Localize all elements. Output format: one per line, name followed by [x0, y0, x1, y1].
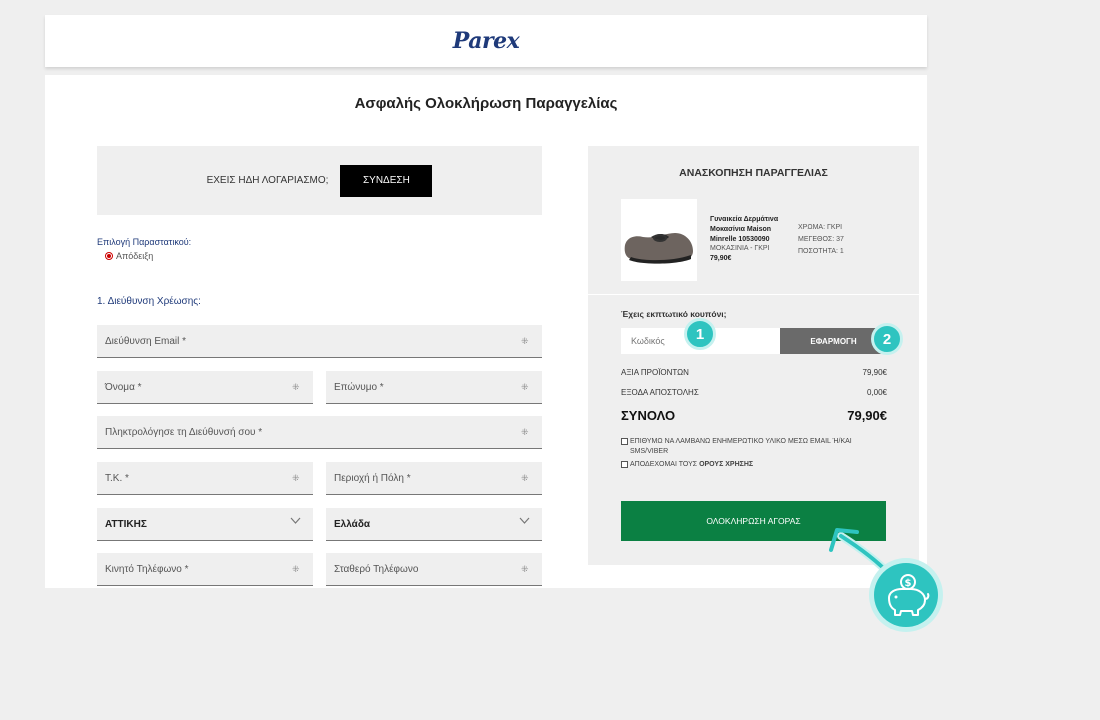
product-name[interactable]: Γυναικεία Δερμάτινα Μοκασίνια Maison Min…: [710, 215, 790, 245]
annotation-badge-1: 1: [684, 318, 716, 350]
autofill-icon: ⁜: [521, 473, 529, 483]
email-field[interactable]: Διεύθυνση Email * ⁜: [97, 325, 542, 358]
postal-code-field[interactable]: Τ.Κ. * ⁜: [97, 462, 313, 495]
login-box: ΕΧΕΙΣ ΗΔΗ ΛΟΓΑΡΙΑΣΜΟ; ΣΥΝΔΕΣΗ: [97, 146, 542, 215]
first-name-label: Όνομα *: [105, 381, 142, 393]
document-type-label: Επιλογή Παραστατικού:: [97, 237, 192, 247]
savings-badge: $: [869, 558, 943, 632]
parex-logo[interactable]: Parex: [453, 28, 520, 54]
email-field-label: Διεύθυνση Email *: [105, 335, 187, 347]
terms-link[interactable]: ΟΡΟΥΣ ΧΡΗΣΗΣ: [699, 460, 753, 470]
annotation-badge-2: 2: [871, 323, 903, 355]
product-size: ΜΕΓΕΘΟΣ: 37: [798, 236, 844, 243]
autofill-icon: ⁜: [521, 382, 529, 392]
checkout-panel: Ασφαλής Ολοκλήρωση Παραγγελίας ΕΧΕΙΣ ΗΔΗ…: [45, 75, 927, 588]
postal-code-label: Τ.Κ. *: [105, 472, 129, 484]
autofill-icon: ⁜: [521, 564, 529, 574]
receipt-radio[interactable]: [105, 252, 113, 260]
autofill-icon: ⁜: [292, 473, 300, 483]
order-summary-title: ΑΝΑΣΚΟΠΗΣΗ ΠΑΡΑΓΓΕΛΙΑΣ: [679, 167, 828, 179]
piggy-bank-icon: $: [888, 574, 930, 616]
shipping-value: 0,00€: [866, 388, 887, 397]
grand-total-label: ΣΥΝΟΛΟ: [621, 408, 676, 423]
products-total-row: ΑΞΙΑ ΠΡΟΪΟΝΤΩΝ 79,90€: [621, 368, 887, 377]
first-name-field[interactable]: Όνομα * ⁜: [97, 371, 313, 404]
login-prompt: ΕΧΕΙΣ ΗΔΗ ΛΟΓΑΡΙΑΣΜΟ;: [206, 175, 329, 186]
chevron-down-icon: [290, 516, 301, 528]
newsletter-checkbox[interactable]: [621, 438, 628, 445]
autofill-icon: ⁜: [521, 336, 529, 346]
mobile-field[interactable]: Κινητό Τηλέφωνο * ⁜: [97, 553, 313, 586]
mobile-label: Κινητό Τηλέφωνο *: [105, 563, 189, 575]
terms-consent[interactable]: ΑΠΟΔΕΧΟΜΑΙ ΤΟΥΣ ΟΡΟΥΣ ΧΡΗΣΗΣ: [621, 460, 753, 470]
region-value: ΑΤΤΙΚΗΣ: [105, 518, 147, 530]
shipping-row: ΕΞΟΔΑ ΑΠΟΣΤΟΛΗΣ 0,00€: [621, 388, 887, 397]
landline-label: Σταθερό Τηλέφωνο: [334, 563, 419, 575]
last-name-field[interactable]: Επώνυμο * ⁜: [326, 371, 542, 404]
svg-text:$: $: [905, 578, 912, 589]
terms-prefix: ΑΠΟΔΕΧΟΜΑΙ ΤΟΥΣ: [630, 461, 698, 468]
terms-checkbox[interactable]: [621, 461, 628, 468]
address-field[interactable]: Πληκτρολόγησε τη Διεύθυνσή σου * ⁜: [97, 416, 542, 449]
receipt-option-label: Απόδειξη: [116, 251, 154, 261]
order-summary: ΑΝΑΣΚΟΠΗΣΗ ΠΑΡΑΓΓΕΛΙΑΣ Γυναικεία Δερμάτι…: [588, 146, 919, 294]
city-field[interactable]: Περιοχή ή Πόλη * ⁜: [326, 462, 542, 495]
address-label: Πληκτρολόγησε τη Διεύθυνσή σου *: [105, 426, 263, 438]
newsletter-consent[interactable]: ΕΠΙΘΥΜΩ ΝΑ ΛΑΜΒΑΝΩ ΕΝΗΜΕΡΩΤΙΚΟ ΥΛΙΚΟ ΜΕΣ…: [621, 437, 871, 457]
newsletter-consent-label: ΕΠΙΘΥΜΩ ΝΑ ΛΑΜΒΑΝΩ ΕΝΗΜΕΡΩΤΙΚΟ ΥΛΙΚΟ ΜΕΣ…: [630, 438, 852, 455]
product-variant: ΜΟΚΑΣΙΝΙΑ - ΓΚΡΙ: [710, 245, 770, 252]
product-color: ΧΡΩΜΑ: ΓΚΡΙ: [798, 224, 843, 231]
product-price: 79,90€: [710, 255, 732, 262]
grand-total-row: ΣΥΝΟΛΟ 79,90€: [621, 408, 887, 423]
product-quantity: ΠΟΣΟΤΗΤΑ: 1: [798, 248, 844, 255]
product-image[interactable]: [621, 199, 697, 281]
landline-field[interactable]: Σταθερό Τηλέφωνο ⁜: [326, 553, 542, 586]
billing-section-label: 1. Διεύθυνση Χρέωσης:: [97, 296, 201, 307]
login-button[interactable]: ΣΥΝΔΕΣΗ: [340, 164, 433, 197]
city-label: Περιοχή ή Πόλη *: [334, 472, 411, 484]
product-attributes: ΧΡΩΜΑ: ΓΚΡΙ ΜΕΓΕΘΟΣ: 37 ΠΟΣΟΤΗΤΑ: 1: [798, 222, 844, 258]
country-value: Ελλάδα: [334, 518, 371, 530]
autofill-icon: ⁜: [292, 564, 300, 574]
last-name-label: Επώνυμο *: [334, 381, 384, 393]
site-header: Parex: [45, 15, 927, 67]
autofill-icon: ⁜: [521, 427, 529, 437]
autofill-icon: ⁜: [292, 382, 300, 392]
country-select[interactable]: Ελλάδα: [326, 508, 542, 541]
coupon-question: Έχεις εκπτωτικό κουπόνι;: [621, 309, 727, 319]
grand-total-value: 79,90€: [847, 408, 887, 423]
region-select[interactable]: ΑΤΤΙΚΗΣ: [97, 508, 313, 541]
products-total-label: ΑΞΙΑ ΠΡΟΪΟΝΤΩΝ: [621, 368, 689, 377]
products-total-value: 79,90€: [862, 368, 887, 377]
shipping-label: ΕΞΟΔΑ ΑΠΟΣΤΟΛΗΣ: [621, 388, 699, 397]
receipt-option[interactable]: Απόδειξη: [105, 251, 153, 261]
chevron-down-icon: [519, 516, 530, 528]
page-title: Ασφαλής Ολοκλήρωση Παραγγελίας: [354, 95, 618, 112]
